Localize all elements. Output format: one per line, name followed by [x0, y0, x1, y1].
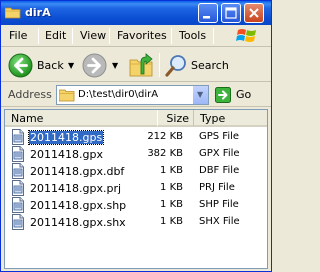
go-button[interactable]: Go	[236, 88, 251, 101]
file-type: PRJ File	[199, 182, 235, 193]
back-button[interactable]: Back	[37, 59, 64, 72]
file-name[interactable]: 2011418.gpx.prj	[29, 182, 122, 195]
menu-bar: File Edit View Favorites Tools	[1, 25, 271, 47]
file-size: 382 KB	[147, 148, 183, 159]
maximize-button[interactable]	[221, 3, 241, 23]
menu-view[interactable]: View	[80, 29, 106, 42]
file-name[interactable]: 2011418.gps	[27, 130, 105, 145]
file-row[interactable]: 2011418.gpx.dbf 1 KB DBF File	[5, 163, 267, 180]
explorer-window: dirA File Edit View Favorites Tools Back…	[0, 0, 272, 272]
close-icon	[249, 8, 259, 18]
folder-icon	[5, 7, 21, 19]
file-type: DBF File	[199, 165, 240, 176]
file-name[interactable]: 2011418.gpx.shx	[29, 216, 127, 229]
file-icon	[10, 129, 26, 145]
back-dropdown-icon[interactable]: ▼	[68, 61, 74, 70]
address-dropdown-button[interactable]: ▼	[192, 86, 208, 104]
minimize-button[interactable]	[198, 3, 218, 23]
column-header-type[interactable]: Type	[193, 110, 267, 127]
menu-separator	[72, 28, 73, 44]
menu-tools[interactable]: Tools	[179, 29, 206, 42]
maximize-icon	[225, 7, 237, 19]
file-row[interactable]: 2011418.gpx.prj 1 KB PRJ File	[5, 180, 267, 197]
file-icon	[10, 197, 26, 213]
toolbar-separator	[159, 53, 160, 77]
file-row[interactable]: 2011418.gpx 382 KB GPX File	[5, 146, 267, 163]
file-icon	[10, 214, 26, 230]
file-type: SHP File	[199, 199, 239, 210]
back-arrow-icon[interactable]	[8, 53, 33, 78]
menu-favorites[interactable]: Favorites	[117, 29, 167, 42]
folder-up-icon[interactable]	[128, 52, 155, 79]
column-header-size[interactable]: Size	[157, 110, 193, 127]
forward-dropdown-icon[interactable]: ▼	[112, 61, 118, 70]
file-list[interactable]: Name Size Type 2011418.gps 212 KB GPS File…	[4, 109, 268, 269]
file-type: GPX File	[199, 148, 240, 159]
window-title: dirA	[25, 6, 51, 19]
menu-separator	[213, 28, 214, 44]
toolbar: Back ▼ ▼ Search	[1, 48, 271, 82]
forward-arrow-icon[interactable]	[82, 53, 107, 78]
search-button[interactable]: Search	[191, 59, 229, 72]
go-arrow-icon[interactable]	[215, 87, 231, 103]
address-label: Address	[8, 88, 52, 101]
file-name[interactable]: 2011418.gpx	[29, 148, 104, 161]
title-bar[interactable]: dirA	[1, 1, 271, 25]
chevron-down-icon: ▼	[197, 90, 204, 99]
close-button[interactable]	[244, 3, 264, 23]
menu-separator	[38, 28, 39, 44]
address-input[interactable]: D:\test\dir0\dirA ▼	[56, 85, 209, 105]
file-row[interactable]: 2011418.gpx.shx 1 KB SHX File	[5, 214, 267, 231]
menu-separator	[171, 28, 172, 44]
menu-file[interactable]: File	[9, 29, 27, 42]
menu-separator	[109, 28, 110, 44]
file-row[interactable]: 2011418.gpx.shp 1 KB SHP File	[5, 197, 267, 214]
address-value[interactable]: D:\test\dir0\dirA	[78, 89, 158, 100]
windows-logo-icon	[236, 29, 256, 42]
minimize-icon	[203, 16, 210, 19]
file-icon	[10, 180, 26, 196]
file-size: 1 KB	[160, 165, 183, 176]
file-size: 1 KB	[160, 199, 183, 210]
file-size: 1 KB	[160, 216, 183, 227]
address-bar: Address D:\test\dir0\dirA ▼ Go	[1, 83, 271, 107]
file-row[interactable]: 2011418.gps 212 KB GPS File	[5, 129, 267, 146]
column-header-name[interactable]: Name	[5, 110, 157, 127]
search-icon[interactable]	[164, 53, 189, 78]
menu-edit[interactable]: Edit	[45, 29, 66, 42]
file-icon	[10, 163, 26, 179]
file-type: SHX File	[199, 216, 240, 227]
folder-icon	[59, 89, 75, 102]
file-size: 212 KB	[147, 131, 183, 142]
file-size: 1 KB	[160, 182, 183, 193]
file-name[interactable]: 2011418.gpx.dbf	[29, 165, 125, 178]
file-type: GPS File	[199, 131, 240, 142]
file-icon	[10, 146, 26, 162]
file-name[interactable]: 2011418.gpx.shp	[29, 199, 127, 212]
